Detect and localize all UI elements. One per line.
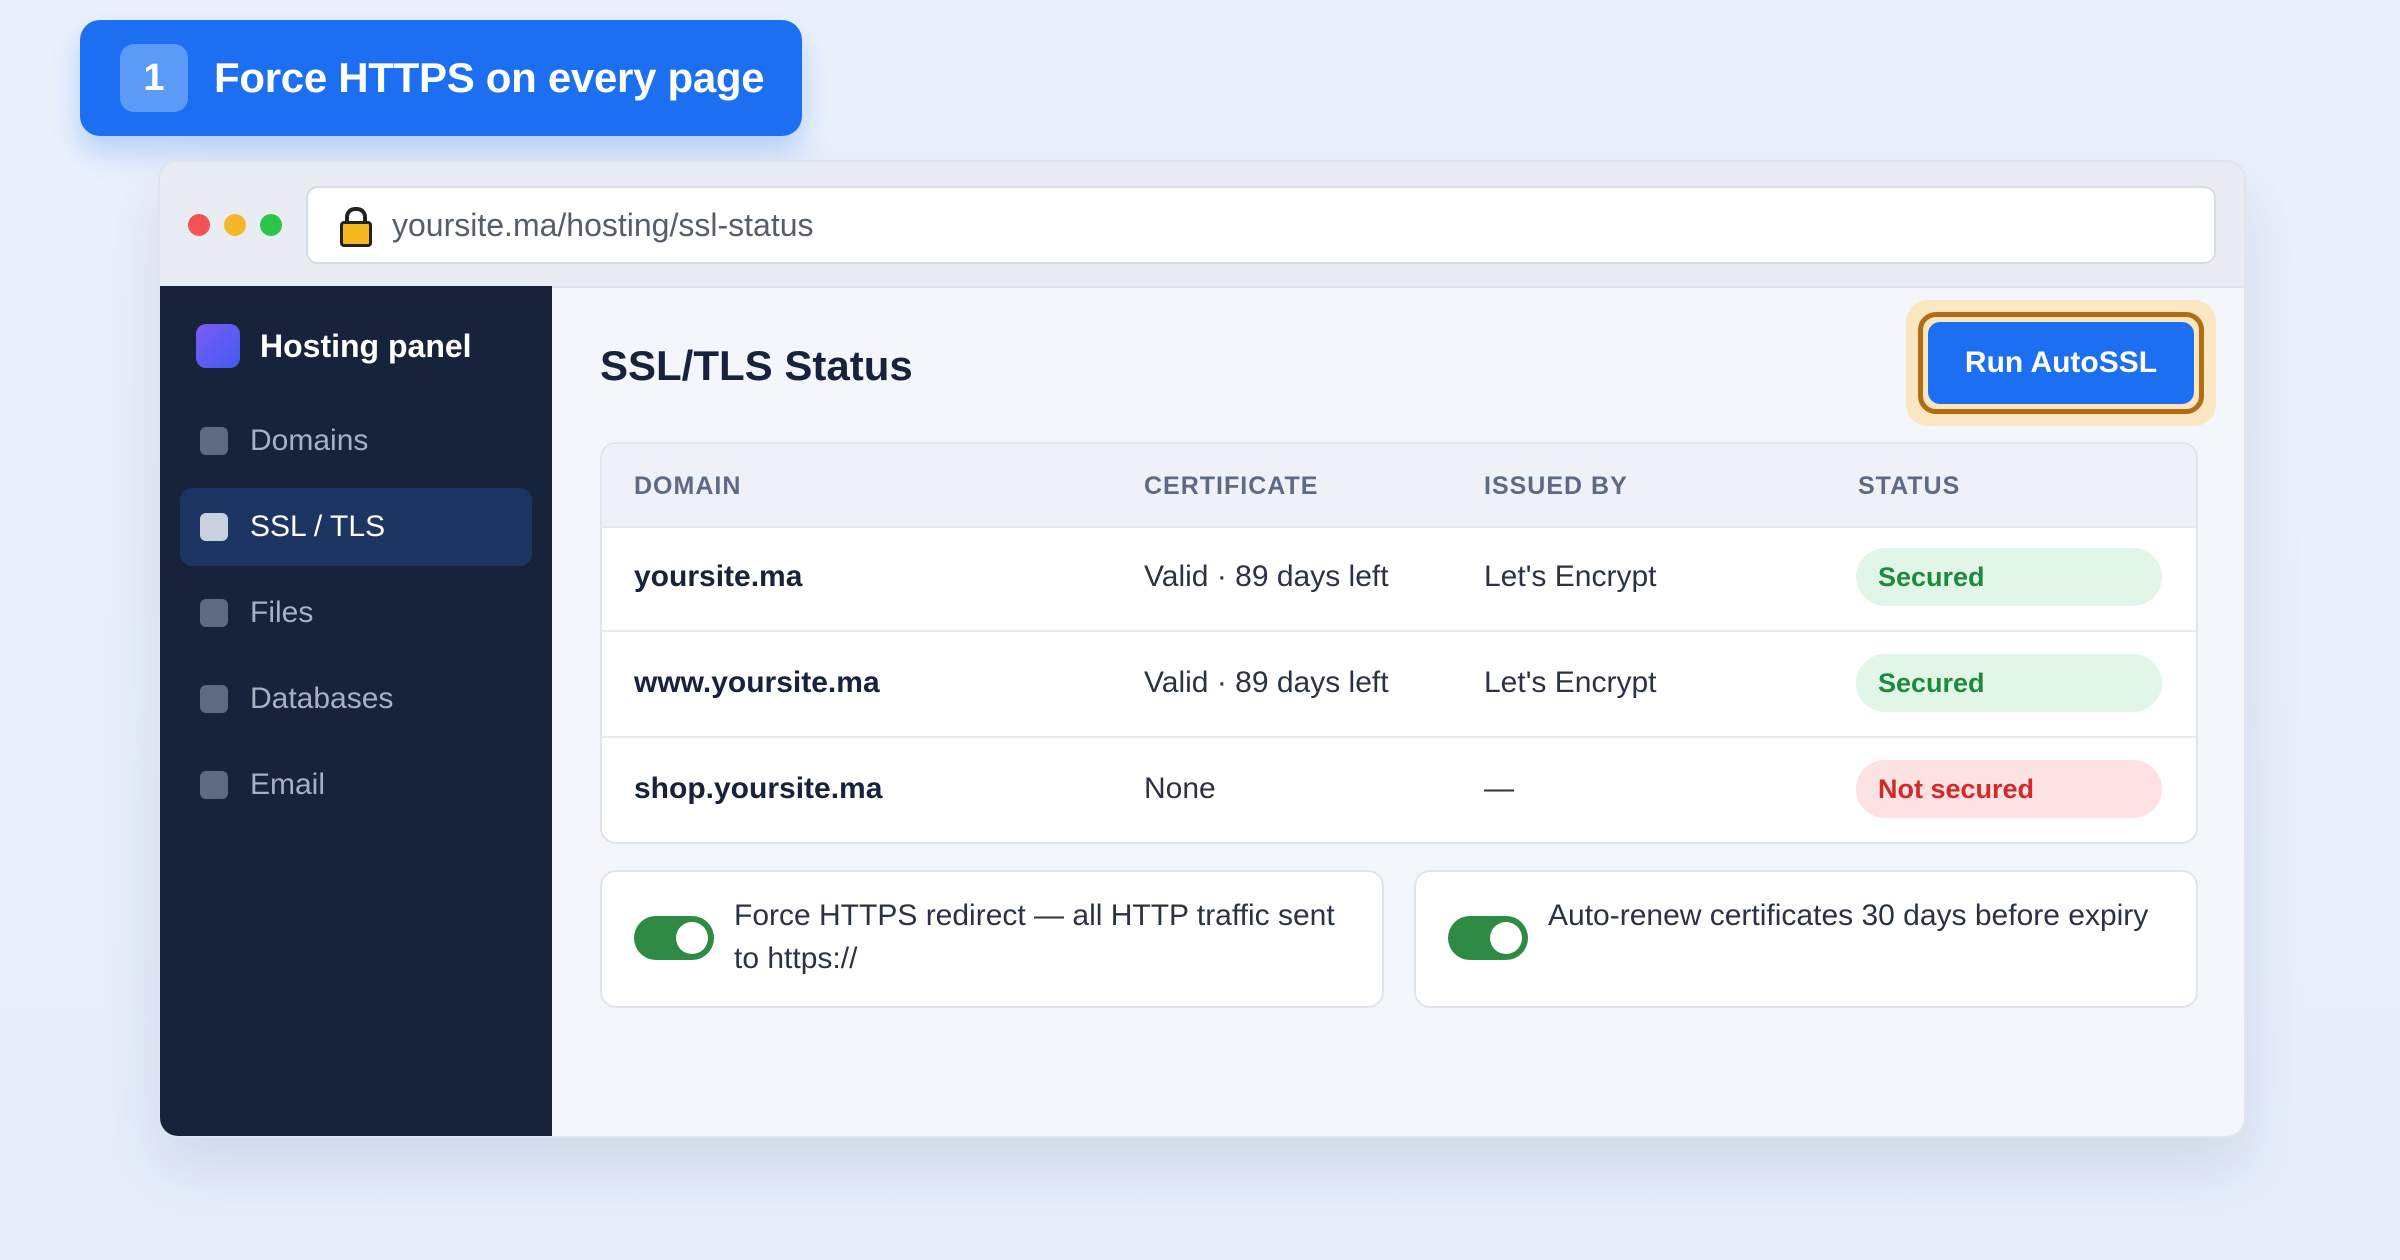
sidebar-item-files[interactable]: Files xyxy=(180,574,532,652)
maximize-window-dot[interactable] xyxy=(260,214,282,236)
brand-logo-icon xyxy=(196,324,240,368)
sidebar-item-email[interactable]: Email xyxy=(180,746,532,824)
minimize-window-dot[interactable] xyxy=(224,214,246,236)
sidebar-item-domains[interactable]: Domains xyxy=(180,402,532,480)
run-autossl-highlight: Run AutoSSL xyxy=(1906,300,2216,426)
close-window-dot[interactable] xyxy=(188,214,210,236)
browser-window: yoursite.ma/hosting/ssl-status Hosting p… xyxy=(158,160,2246,1138)
run-autossl-focus-ring: Run AutoSSL xyxy=(1918,312,2204,414)
sidebar-item-label: Files xyxy=(250,596,314,629)
domain-cell: yoursite.ma xyxy=(634,560,803,593)
force-https-toggle[interactable] xyxy=(634,916,714,960)
table-row[interactable]: www.yoursite.ma Valid · 89 days left Let… xyxy=(602,632,2196,738)
browser-chrome: yoursite.ma/hosting/ssl-status xyxy=(160,162,2244,288)
column-header-status: STATUS xyxy=(1858,472,1961,500)
certificate-cell: None xyxy=(1144,772,1216,805)
auto-renew-toggle[interactable] xyxy=(1448,916,1528,960)
force-https-card: Force HTTPS redirect — all HTTP traffic … xyxy=(600,870,1384,1008)
step-number: 1 xyxy=(120,44,188,112)
column-header-issued-by: ISSUED BY xyxy=(1484,472,1628,500)
status-badge: Secured xyxy=(1856,654,2162,712)
issued-by-cell: Let's Encrypt xyxy=(1484,666,1657,699)
sidebar-item-ssl-tls[interactable]: SSL / TLS xyxy=(180,488,532,566)
step-banner: 1 Force HTTPS on every page xyxy=(80,20,802,136)
url-text[interactable]: yoursite.ma/hosting/ssl-status xyxy=(392,207,814,244)
domain-cell: shop.yoursite.ma xyxy=(634,772,883,805)
domains-icon xyxy=(200,427,228,455)
auto-renew-label: Auto-renew certificates 30 days before e… xyxy=(1548,899,2149,932)
sidebar-item-label: Databases xyxy=(250,682,394,715)
databases-icon xyxy=(200,685,228,713)
issued-by-cell: Let's Encrypt xyxy=(1484,560,1657,593)
table-row[interactable]: yoursite.ma Valid · 89 days left Let's E… xyxy=(602,526,2196,632)
issued-by-cell: — xyxy=(1484,772,1514,805)
certificate-cell: Valid · 89 days left xyxy=(1144,666,1389,699)
table-header: DOMAIN CERTIFICATE ISSUED BY STATUS xyxy=(602,444,2196,528)
auto-renew-card: Auto-renew certificates 30 days before e… xyxy=(1414,870,2198,1008)
run-autossl-button[interactable]: Run AutoSSL xyxy=(1928,322,2194,404)
sidebar: Hosting panel Domains SSL / TLS Files Da… xyxy=(160,286,552,1136)
domain-cell: www.yoursite.ma xyxy=(634,666,880,699)
sidebar-item-label: Domains xyxy=(250,424,369,457)
table-row[interactable]: shop.yoursite.ma None — Not secured xyxy=(602,738,2196,842)
sidebar-item-label: SSL / TLS xyxy=(250,510,386,543)
brand: Hosting panel xyxy=(196,324,472,368)
ssl-status-table: DOMAIN CERTIFICATE ISSUED BY STATUS your… xyxy=(600,442,2198,844)
ssl-tls-icon xyxy=(200,513,228,541)
sidebar-item-databases[interactable]: Databases xyxy=(180,660,532,738)
status-badge: Not secured xyxy=(1856,760,2162,818)
certificate-cell: Valid · 89 days left xyxy=(1144,560,1389,593)
files-icon xyxy=(200,599,228,627)
toggle-knob xyxy=(1490,922,1522,954)
force-https-label: Force HTTPS redirect — all HTTP traffic … xyxy=(734,899,1335,975)
column-header-certificate: CERTIFICATE xyxy=(1144,472,1319,500)
sidebar-item-label: Email xyxy=(250,768,326,801)
status-badge: Secured xyxy=(1856,548,2162,606)
toggle-knob xyxy=(676,922,708,954)
email-icon xyxy=(200,771,228,799)
step-title: Force HTTPS on every page xyxy=(214,54,765,101)
lock-icon xyxy=(338,207,372,247)
brand-name: Hosting panel xyxy=(260,327,472,364)
column-header-domain: DOMAIN xyxy=(634,472,742,500)
address-bar[interactable]: yoursite.ma/hosting/ssl-status xyxy=(306,186,2216,264)
page-title: SSL/TLS Status xyxy=(600,342,913,389)
